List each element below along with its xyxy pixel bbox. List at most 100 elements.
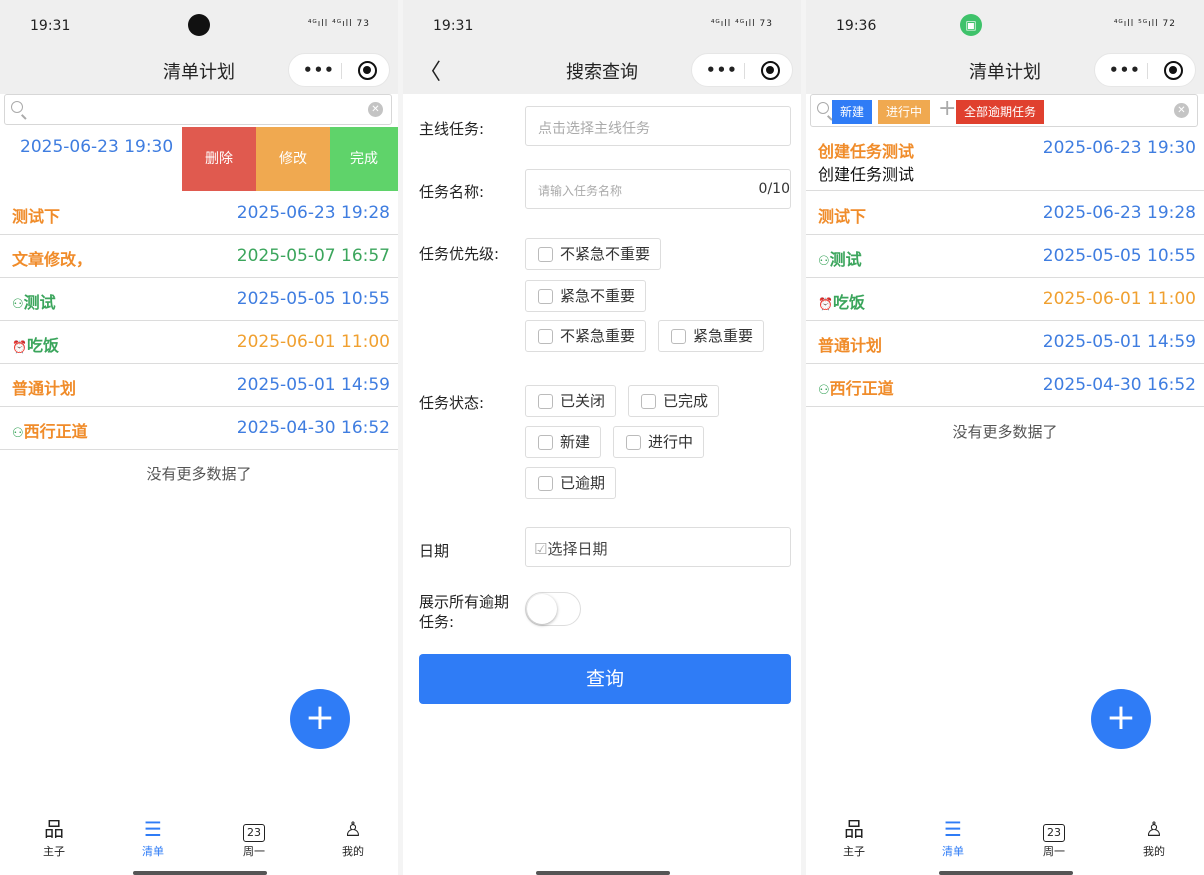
overdue-toggle[interactable]	[525, 592, 581, 626]
phone-search: 19:31 ⁴ᴳıll ⁴ᴳıll 73 〈 搜索查询 ••• 主线任务: 点击…	[403, 0, 801, 875]
tab-week[interactable]: 23 周一	[224, 815, 284, 859]
priority-checkbox[interactable]: 不紧急不重要	[525, 238, 662, 270]
edit-button[interactable]: 修改	[256, 127, 330, 191]
task-name-wrap: ⏰吃饭	[818, 289, 865, 313]
clear-icon[interactable]: ✕	[1174, 103, 1189, 118]
priority-checkbox[interactable]: 紧急重要	[658, 320, 765, 352]
task-subtitle: 创建任务测试	[818, 165, 915, 184]
status-checkbox[interactable]: 已完成	[628, 385, 720, 417]
list-item[interactable]: ⏰吃饭 2025-06-01 11:00	[0, 321, 398, 364]
tab-master[interactable]: 品主子	[824, 815, 884, 859]
list-item[interactable]: ⚇西行正道 2025-04-30 16:52	[806, 364, 1204, 407]
tab-list[interactable]: ☰ 清单	[123, 815, 183, 859]
train-icon: ▣	[960, 14, 982, 36]
task-date: 2025-05-07 16:57	[236, 246, 390, 266]
list-item[interactable]: 创建任务测试 创建任务测试 2025-06-23 19:30	[806, 128, 1204, 191]
list-item[interactable]: 文章修改， 2025-05-07 16:57	[0, 235, 398, 278]
search-input[interactable]: 新建 进行中 + 全部逾期任务 ✕	[810, 94, 1198, 127]
list-item[interactable]: ⏰吃饭 2025-06-01 11:00	[806, 278, 1204, 321]
task-name-input[interactable]: 请输入任务名称 0/10	[525, 169, 791, 209]
calendar-icon: 23	[224, 815, 284, 843]
tab-label: 我的	[1143, 845, 1165, 858]
swipe-row[interactable]: 2025-06-23 19:30 删除 修改 完成	[0, 127, 398, 191]
target-icon[interactable]	[358, 61, 377, 80]
more-icon[interactable]: •••	[706, 61, 738, 79]
task-date: 2025-06-23 19:30	[1042, 138, 1196, 158]
tab-mine[interactable]: ♙ 我的	[1124, 815, 1184, 859]
list-item[interactable]: ⚇西行正道 2025-04-30 16:52	[0, 407, 398, 450]
main-task-label: 主线任务:	[419, 120, 485, 138]
task-date: 2025-06-01 11:00	[236, 332, 390, 352]
target-icon[interactable]	[1164, 61, 1183, 80]
capsule-divider	[744, 63, 745, 79]
task-name: 测试下	[818, 207, 867, 226]
priority-checkbox[interactable]: 紧急不重要	[525, 280, 647, 312]
search-icon	[817, 102, 829, 114]
status-checkbox[interactable]: 新建	[525, 426, 602, 458]
query-button[interactable]: 查询	[419, 654, 791, 704]
people-icon: ⚇	[818, 254, 830, 269]
target-icon[interactable]	[761, 61, 780, 80]
main-task-select[interactable]: 点击选择主线任务	[525, 106, 791, 146]
list-icon: ☰	[944, 817, 962, 841]
complete-button[interactable]: 完成	[330, 127, 398, 191]
list-item[interactable]: 普通计划 2025-05-01 14:59	[0, 364, 398, 407]
task-name: 文章修改，	[12, 250, 93, 269]
task-name-wrap: ⚇西行正道	[12, 418, 88, 442]
filter-tag-overdue[interactable]: 全部逾期任务	[956, 100, 1045, 124]
add-task-button[interactable]: +	[1091, 689, 1151, 749]
filter-tag-progress[interactable]: 进行中	[878, 100, 931, 124]
task-date: 2025-06-23 19:28	[1042, 203, 1196, 223]
tab-label: 周一	[1043, 845, 1065, 858]
task-date: 2025-05-01 14:59	[236, 375, 390, 395]
char-count: 0/10	[758, 181, 790, 197]
status-checkbox[interactable]: 进行中	[613, 426, 705, 458]
list-item[interactable]: ⚇测试 2025-05-05 10:55	[0, 278, 398, 321]
task-name-wrap: ⚇测试	[818, 246, 862, 270]
task-name: 吃饭	[26, 336, 59, 355]
tab-master[interactable]: 品主子	[24, 815, 84, 859]
add-task-button[interactable]: +	[290, 689, 350, 749]
nav-bar: 清单计划 •••	[0, 44, 398, 94]
capsule-menu: •••	[288, 53, 390, 87]
filter-tag-new[interactable]: 新建	[832, 100, 873, 124]
delete-button[interactable]: 删除	[182, 127, 256, 191]
list-item[interactable]: 普通计划 2025-05-01 14:59	[806, 321, 1204, 364]
task-date: 2025-04-30 16:52	[1042, 375, 1196, 395]
home-indicator	[536, 871, 670, 875]
list-item[interactable]: 测试下 2025-06-23 19:28	[806, 192, 1204, 235]
add-filter-icon[interactable]: +	[938, 96, 956, 121]
task-name: 测试	[23, 293, 56, 312]
home-indicator	[939, 871, 1073, 875]
tab-bar: 品主子 ☰ 清单 23 周一 ♙ 我的	[806, 815, 1204, 875]
list-item[interactable]: ⚇测试 2025-05-05 10:55	[806, 235, 1204, 278]
status-checkbox[interactable]: 已逾期	[525, 467, 617, 499]
signal-battery: ⁴ᴳıll ⁴ᴳıll 73	[710, 19, 773, 29]
more-icon[interactable]: •••	[1109, 61, 1141, 79]
add-icon: +	[1105, 697, 1137, 738]
status-label: 任务状态:	[419, 394, 485, 412]
tab-week[interactable]: 23 周一	[1024, 815, 1084, 859]
list-item[interactable]: 测试下 2025-06-23 19:28	[0, 192, 398, 235]
overdue-label: 展示所有逾期任务:	[419, 593, 510, 631]
tab-mine[interactable]: ♙ 我的	[323, 815, 383, 859]
tab-label: 我的	[342, 845, 364, 858]
task-name-wrap: ⚇西行正道	[818, 375, 894, 399]
phone-list-swipe: 19:31 ⁴ᴳıll ⁴ᴳıll 73 清单计划 ••• ✕ 2025-06-…	[0, 0, 398, 875]
priority-checkbox[interactable]: 不紧急重要	[525, 320, 647, 352]
alarm-icon: ⏰	[818, 297, 833, 311]
tab-label: 主子	[43, 845, 65, 858]
clear-icon[interactable]: ✕	[368, 102, 383, 117]
camera-dot-icon	[188, 14, 210, 36]
tab-label: 清单	[142, 845, 164, 858]
hierarchy-icon: 品	[44, 817, 64, 841]
status-checkbox[interactable]: 已关闭	[525, 385, 617, 417]
date-picker[interactable]: ☑选择日期	[525, 527, 791, 567]
tab-list[interactable]: ☰ 清单	[923, 815, 983, 859]
task-name-wrap: ⏰吃饭	[12, 332, 59, 356]
more-icon[interactable]: •••	[303, 61, 335, 79]
phone-list-filtered: 19:36 ▣ ⁴ᴳıll ⁵ᴳıll 72 清单计划 ••• 新建 进行中 +…	[806, 0, 1204, 875]
search-input[interactable]: ✕	[4, 94, 392, 125]
capsule-divider	[1147, 63, 1148, 79]
people-icon: ⚇	[818, 383, 830, 398]
